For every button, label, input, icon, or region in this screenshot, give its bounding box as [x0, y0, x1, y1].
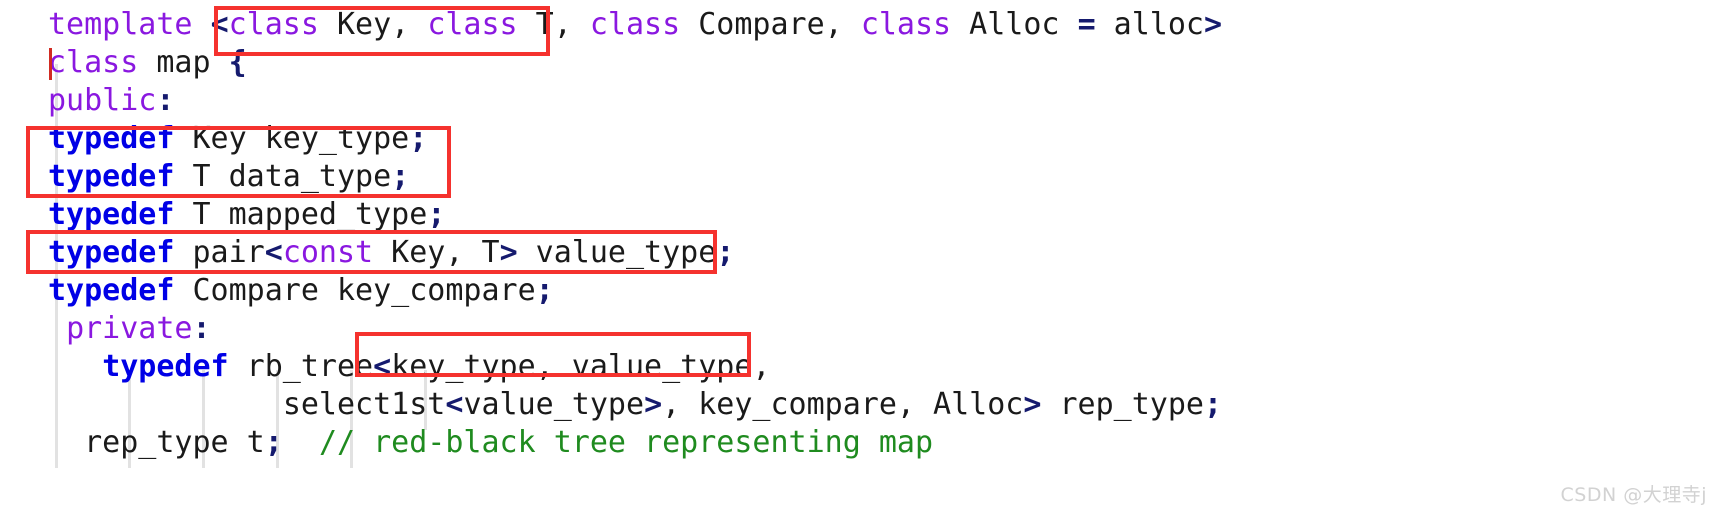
- code-token-op: :: [192, 311, 211, 346]
- code-token-plain: , key_compare, Alloc: [662, 387, 1024, 422]
- code-token-plain: select1st: [282, 387, 446, 422]
- code-token-op: =: [1077, 7, 1096, 42]
- code-line[interactable]: typedef rb_tree<key_type, value_type,: [48, 348, 1222, 386]
- code-line[interactable]: typedef pair<const Key, T> value_type;: [48, 234, 1222, 272]
- code-token-plain: Key key_type: [174, 121, 410, 156]
- code-token-kw: class: [228, 7, 319, 42]
- code-token-kw: private: [66, 311, 193, 346]
- code-token-op: ;: [391, 159, 410, 194]
- code-token-plain: Key, T: [373, 235, 500, 270]
- code-token-kw: class: [48, 45, 139, 80]
- code-token-op: <: [264, 235, 283, 270]
- code-line[interactable]: typedef T data_type;: [48, 158, 1222, 196]
- code-token-typedef: typedef: [48, 235, 175, 270]
- code-token-kw: public: [48, 83, 157, 118]
- code-text-area[interactable]: template <class Key, class T, class Comp…: [48, 6, 1222, 462]
- code-token-op: <: [210, 7, 229, 42]
- code-token-comment: // red-black tree representing map: [318, 425, 934, 460]
- code-token-op: :: [156, 83, 175, 118]
- code-token-kw: template: [48, 7, 193, 42]
- code-token-op: >: [1204, 7, 1223, 42]
- code-token-plain: T data_type: [174, 159, 392, 194]
- code-token-plain: Compare key_compare: [174, 273, 536, 308]
- code-token-plain: value_type: [463, 387, 645, 422]
- code-token-kw: class: [427, 7, 518, 42]
- code-token-plain: pair: [174, 235, 265, 270]
- code-token-plain: Key,: [318, 7, 428, 42]
- code-token-plain: value_type: [517, 235, 717, 270]
- code-line[interactable]: private:: [48, 310, 1222, 348]
- code-token-op: >: [644, 387, 663, 422]
- code-token-typedef: typedef: [48, 197, 175, 232]
- code-token-kw: class: [589, 7, 681, 42]
- code-token-plain: alloc: [1095, 7, 1204, 42]
- code-token-kw: class: [860, 7, 952, 42]
- code-token-plain: rep_type: [1041, 387, 1204, 422]
- code-token-op: ;: [427, 197, 446, 232]
- text-caret: [49, 48, 52, 80]
- code-token-op: >: [499, 235, 518, 270]
- code-editor[interactable]: template <class Key, class T, class Comp…: [0, 0, 1723, 517]
- code-token-op: ;: [409, 121, 428, 156]
- code-token-op: <: [445, 387, 464, 422]
- code-token-plain: map: [138, 45, 229, 80]
- code-line[interactable]: class map {: [48, 44, 1222, 82]
- code-token-op: ;: [264, 425, 283, 460]
- code-line[interactable]: template <class Key, class T, class Comp…: [48, 6, 1222, 44]
- code-token-plain: T,: [517, 7, 590, 42]
- code-token-kw: const: [282, 235, 374, 270]
- code-token-plain: T mapped_type: [174, 197, 428, 232]
- code-line[interactable]: typedef Compare key_compare;: [48, 272, 1222, 310]
- code-line[interactable]: typedef Key key_type;: [48, 120, 1222, 158]
- code-token-plain: Compare,: [680, 7, 861, 42]
- code-token-plain: rep_type t: [84, 425, 265, 460]
- watermark-label: CSDN @大理寺j: [1560, 484, 1707, 506]
- code-token-plain: key_type, value_type,: [391, 349, 771, 384]
- code-token-op: ;: [716, 235, 735, 270]
- code-token-typedef: typedef: [102, 349, 229, 384]
- code-token-op: {: [228, 45, 247, 80]
- code-line[interactable]: public:: [48, 82, 1222, 120]
- code-token-op: ;: [1203, 387, 1223, 422]
- code-line[interactable]: select1st<value_type>, key_compare, Allo…: [48, 386, 1222, 424]
- code-token-plain: rb_tree: [228, 349, 374, 384]
- code-token-typedef: typedef: [48, 273, 175, 308]
- code-token-op: <: [373, 349, 392, 384]
- code-token-op: ;: [535, 273, 554, 308]
- code-line[interactable]: rep_type t; // red-black tree representi…: [48, 424, 1222, 462]
- code-token-typedef: typedef: [48, 159, 175, 194]
- code-token-typedef: typedef: [48, 121, 175, 156]
- code-token-plain: Alloc: [951, 7, 1078, 42]
- code-line[interactable]: typedef T mapped_type;: [48, 196, 1222, 234]
- code-token-op: >: [1023, 387, 1042, 422]
